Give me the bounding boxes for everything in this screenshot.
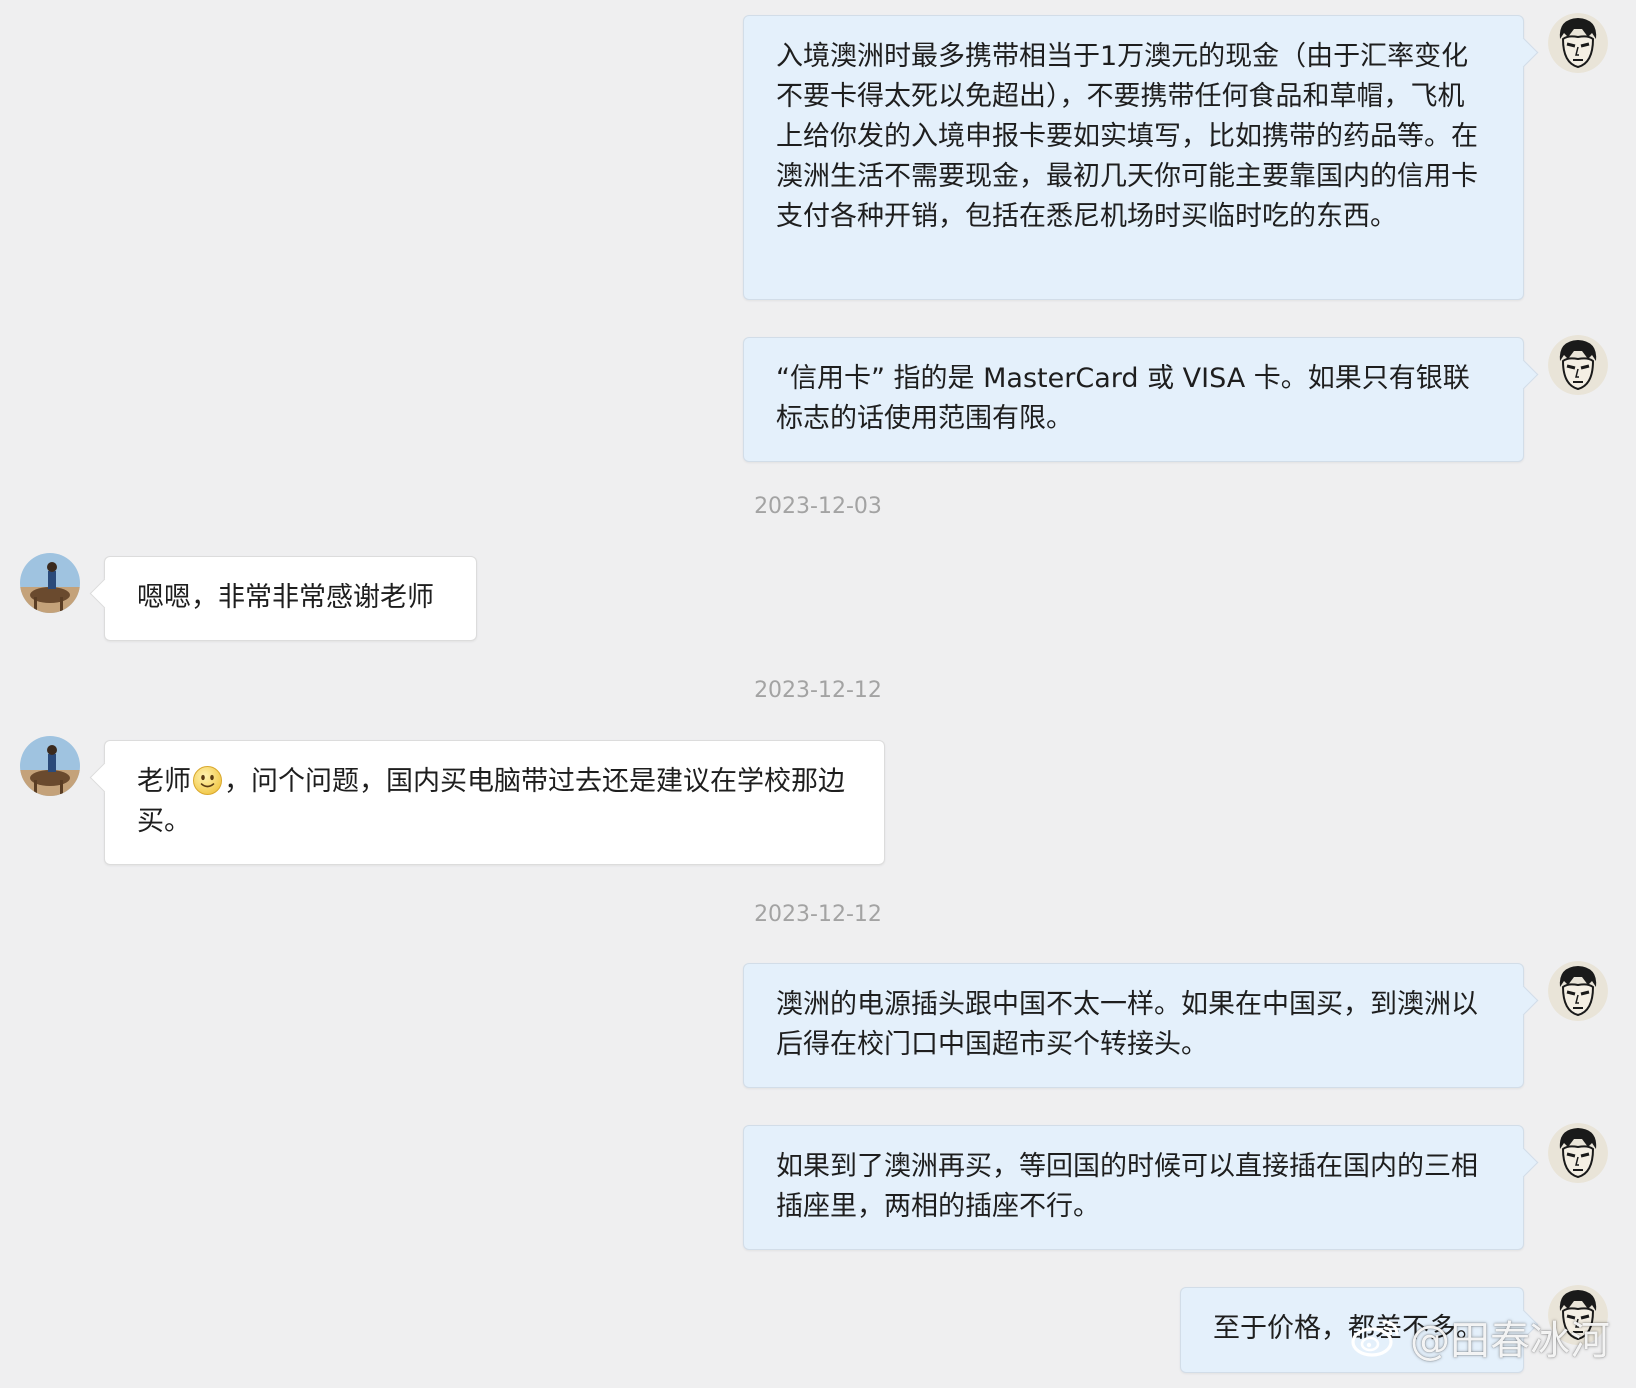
teacher-avatar[interactable] bbox=[1548, 961, 1608, 1021]
chat-bubble-outgoing[interactable]: 如果到了澳洲再买，等回国的时候可以直接插在国内的三相插座里，两相的插座不行。 bbox=[743, 1125, 1524, 1250]
student-avatar[interactable] bbox=[20, 736, 80, 796]
message-text-before: 老师 bbox=[137, 766, 191, 797]
teacher-avatar[interactable] bbox=[1548, 13, 1608, 73]
teacher-avatar[interactable] bbox=[1548, 1123, 1608, 1183]
message-text: 如果到了澳洲再买，等回国的时候可以直接插在国内的三相插座里，两相的插座不行。 bbox=[776, 1151, 1478, 1222]
smile-emoji-icon bbox=[192, 765, 223, 796]
message-text-after: ，问个问题，国内买电脑带过去还是建议在学校那边买。 bbox=[137, 766, 845, 837]
chat-bubble-incoming[interactable]: 嗯嗯，非常非常感谢老师 bbox=[104, 556, 477, 641]
student-avatar[interactable] bbox=[20, 553, 80, 613]
chat-bubble-incoming[interactable]: 老师 ，问个问题，国内买电脑带过去还是建议在学校那边买。 bbox=[104, 740, 885, 865]
watermark-text: @田春冰河 bbox=[1410, 1318, 1610, 1364]
chat-bubble-outgoing[interactable]: 澳洲的电源插头跟中国不太一样。如果在中国买，到澳洲以后得在校门口中国超市买个转接… bbox=[743, 963, 1524, 1088]
date-separator: 2023-12-12 bbox=[754, 902, 882, 927]
message-text: 澳洲的电源插头跟中国不太一样。如果在中国买，到澳洲以后得在校门口中国超市买个转接… bbox=[776, 989, 1478, 1060]
message-text: “信用卡” 指的是 MasterCard 或 VISA 卡。如果只有银联标志的话… bbox=[776, 363, 1470, 434]
date-separator: 2023-12-03 bbox=[754, 494, 882, 519]
date-separator: 2023-12-12 bbox=[754, 678, 882, 703]
weibo-watermark: @田春冰河 bbox=[1350, 1308, 1610, 1366]
chat-bubble-outgoing[interactable]: “信用卡” 指的是 MasterCard 或 VISA 卡。如果只有银联标志的话… bbox=[743, 337, 1524, 462]
weibo-logo-icon bbox=[1350, 1316, 1402, 1358]
teacher-avatar[interactable] bbox=[1548, 335, 1608, 395]
message-text: 入境澳洲时最多携带相当于1万澳元的现金（由于汇率变化不要卡得太死以免超出），不要… bbox=[776, 41, 1478, 232]
chat-bubble-outgoing[interactable]: 入境澳洲时最多携带相当于1万澳元的现金（由于汇率变化不要卡得太死以免超出），不要… bbox=[743, 15, 1524, 300]
message-text: 嗯嗯，非常非常感谢老师 bbox=[137, 582, 434, 613]
